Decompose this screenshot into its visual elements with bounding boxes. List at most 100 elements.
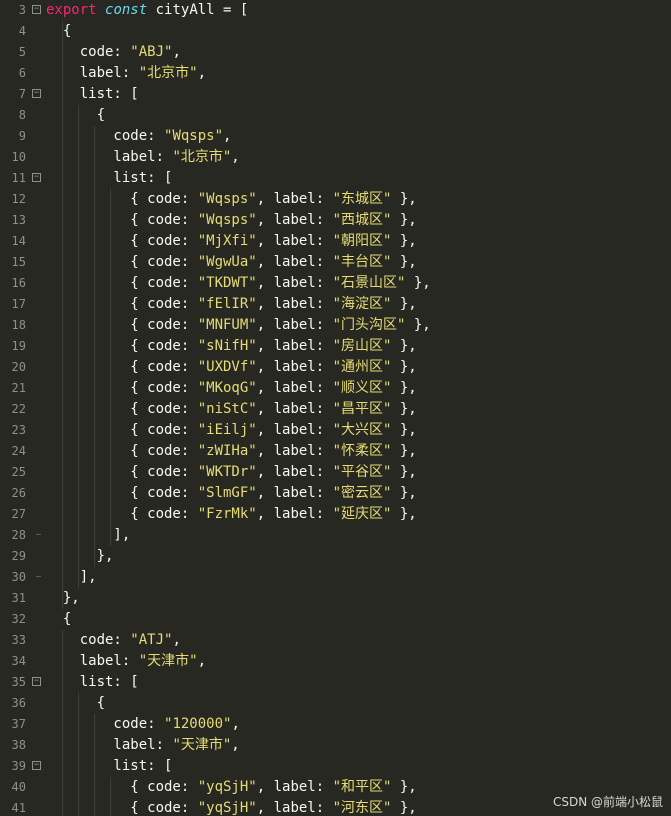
- code-text: { code: "yqSjH", label: "河东区" },: [46, 798, 416, 816]
- code-token: code:: [46, 716, 165, 732]
- code-token: list: [: [46, 170, 173, 186]
- line-number: 38: [11, 738, 26, 752]
- code-line[interactable]: 17 { code: "fElIR", label: "海淀区" },: [0, 294, 671, 315]
- code-token: , label:: [256, 401, 333, 417]
- code-text: code: "Wqsps",: [46, 126, 231, 147]
- code-token: "Wqsps": [164, 128, 224, 144]
- code-line[interactable]: 30 ],: [0, 567, 671, 588]
- code-line[interactable]: 3− export const cityAll = [: [0, 0, 671, 21]
- fold-toggle-icon[interactable]: −: [32, 761, 41, 770]
- code-line[interactable]: 26 { code: "SlmGF", label: "密云区" },: [0, 483, 671, 504]
- code-line[interactable]: 16 { code: "TKDWT", label: "石景山区" },: [0, 273, 671, 294]
- code-line[interactable]: 24 { code: "zWIHa", label: "怀柔区" },: [0, 441, 671, 462]
- code-line[interactable]: 37 code: "120000",: [0, 714, 671, 735]
- code-text: list: [: [46, 756, 172, 777]
- code-line[interactable]: 8 {: [0, 105, 671, 126]
- line-number: 12: [11, 192, 26, 206]
- code-line[interactable]: 22 { code: "niStC", label: "昌平区" },: [0, 399, 671, 420]
- code-line[interactable]: 25 { code: "WKTDr", label: "平谷区" },: [0, 462, 671, 483]
- code-token: },: [46, 548, 114, 564]
- code-line[interactable]: 14 { code: "MjXfi", label: "朝阳区" },: [0, 231, 671, 252]
- code-token: , label:: [256, 254, 333, 270]
- code-token: ],: [46, 527, 131, 543]
- line-number: 5: [18, 45, 26, 59]
- code-text: ],: [46, 525, 130, 546]
- code-text: list: [: [46, 84, 139, 105]
- code-text: { code: "MNFUM", label: "门头沟区" },: [46, 315, 430, 336]
- line-number: 24: [11, 444, 26, 458]
- code-token: "顺义区": [332, 380, 392, 396]
- code-line[interactable]: 34 label: "天津市",: [0, 651, 671, 672]
- code-line[interactable]: 31 },: [0, 588, 671, 609]
- code-token: { code:: [46, 191, 198, 207]
- code-line[interactable]: 35− list: [: [0, 672, 671, 693]
- line-number: 26: [11, 486, 26, 500]
- code-line[interactable]: 5 code: "ABJ",: [0, 42, 671, 63]
- code-line[interactable]: 6 label: "北京市",: [0, 63, 671, 84]
- code-token: "平谷区": [332, 464, 392, 480]
- line-number: 6: [18, 66, 26, 80]
- line-number: 14: [11, 234, 26, 248]
- code-line[interactable]: 20 { code: "UXDVf", label: "通州区" },: [0, 357, 671, 378]
- code-token: "niStC": [197, 401, 257, 417]
- fold-toggle-icon[interactable]: −: [32, 677, 41, 686]
- code-line[interactable]: 12 { code: "Wqsps", label: "东城区" },: [0, 189, 671, 210]
- code-text: list: [: [46, 168, 172, 189]
- line-number: 40: [11, 780, 26, 794]
- line-number: 27: [11, 507, 26, 521]
- line-number: 9: [18, 129, 26, 143]
- code-token: , label:: [256, 296, 333, 312]
- code-token: "zWIHa": [197, 443, 257, 459]
- code-token: , label:: [256, 443, 333, 459]
- fold-toggle-icon[interactable]: −: [32, 5, 41, 14]
- code-line[interactable]: 11− list: [: [0, 168, 671, 189]
- code-line[interactable]: 10 label: "北京市",: [0, 147, 671, 168]
- line-number: 17: [11, 297, 26, 311]
- code-token: label:: [46, 149, 173, 165]
- code-line[interactable]: 23 { code: "iEilj", label: "大兴区" },: [0, 420, 671, 441]
- code-token: ,: [172, 44, 181, 60]
- code-text: { code: "sNifH", label: "房山区" },: [46, 336, 416, 357]
- code-text: {: [46, 21, 71, 42]
- code-line[interactable]: 9 code: "Wqsps",: [0, 126, 671, 147]
- line-number: 39: [11, 759, 26, 773]
- code-token: },: [391, 233, 417, 249]
- code-token: , label:: [256, 464, 333, 480]
- code-token: "密云区": [332, 485, 392, 501]
- fold-toggle-icon[interactable]: −: [32, 173, 41, 182]
- code-token: { code:: [46, 779, 198, 795]
- code-line[interactable]: 13 { code: "Wqsps", label: "西城区" },: [0, 210, 671, 231]
- code-token: },: [391, 212, 417, 228]
- code-line[interactable]: 29 },: [0, 546, 671, 567]
- code-line[interactable]: 19 { code: "sNifH", label: "房山区" },: [0, 336, 671, 357]
- code-line[interactable]: 18 { code: "MNFUM", label: "门头沟区" },: [0, 315, 671, 336]
- code-token: { code:: [46, 380, 198, 396]
- code-line[interactable]: 15 { code: "WgwUa", label: "丰台区" },: [0, 252, 671, 273]
- code-token: "ABJ": [130, 44, 173, 60]
- code-line[interactable]: 21 { code: "MKoqG", label: "顺义区" },: [0, 378, 671, 399]
- code-line[interactable]: 4 {: [0, 21, 671, 42]
- code-line[interactable]: 36 {: [0, 693, 671, 714]
- code-token: , label:: [256, 275, 333, 291]
- code-line[interactable]: 28 ],: [0, 525, 671, 546]
- code-token: { code:: [46, 254, 198, 270]
- code-line[interactable]: 38 label: "天津市",: [0, 735, 671, 756]
- line-number: 30: [11, 570, 26, 584]
- code-line[interactable]: 39− list: [: [0, 756, 671, 777]
- line-number: 37: [11, 717, 26, 731]
- code-line[interactable]: 27 { code: "FzrMk", label: "延庆区" },: [0, 504, 671, 525]
- code-text: { code: "MjXfi", label: "朝阳区" },: [46, 231, 417, 252]
- code-line[interactable]: 7− list: [: [0, 84, 671, 105]
- code-token: ,: [223, 128, 232, 144]
- code-line[interactable]: 33 code: "ATJ",: [0, 630, 671, 651]
- code-token: "大兴区": [332, 422, 392, 438]
- code-line[interactable]: 32 {: [0, 609, 671, 630]
- line-number: 35: [11, 675, 26, 689]
- code-text: {: [46, 609, 71, 630]
- fold-toggle-icon[interactable]: −: [32, 89, 41, 98]
- code-text: { code: "UXDVf", label: "通州区" },: [46, 357, 416, 378]
- code-token: "Wqsps": [197, 191, 257, 207]
- code-editor[interactable]: 3− export const cityAll = [4 {5 code: "AB…: [0, 0, 671, 816]
- code-text: },: [46, 546, 114, 567]
